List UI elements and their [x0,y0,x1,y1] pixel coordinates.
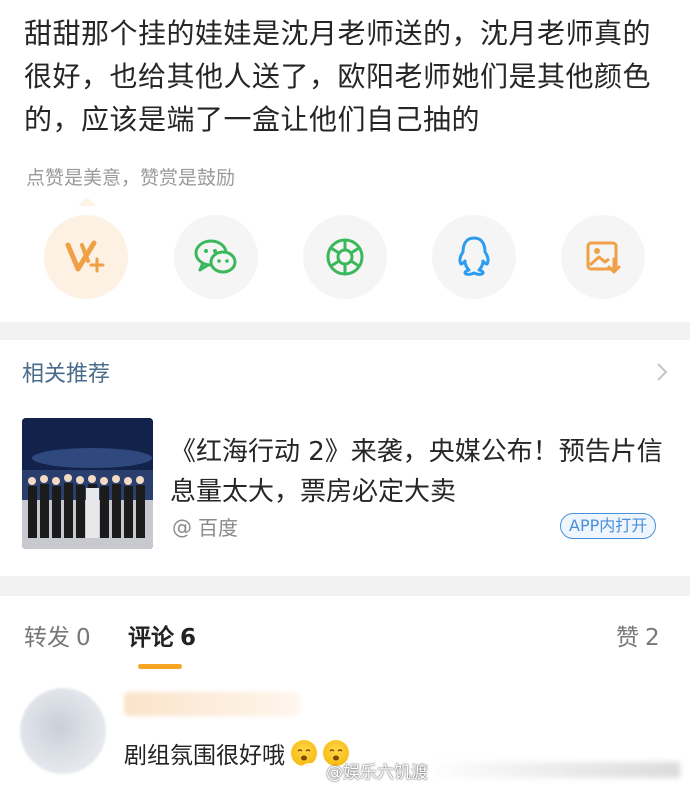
weibo-logo-icon [300,759,322,782]
avatar[interactable] [20,688,106,774]
save-image-button[interactable] [561,215,645,299]
blurred-area [420,762,680,778]
reward-hint: 点赞是美意，赞赏是鼓励 [26,167,236,189]
recommend-headline[interactable]: 《红海行动 2》来袭，央媒公布！预告片信息量太大，票房必定大卖 [170,432,670,512]
chevron-right-icon[interactable] [656,362,668,386]
moments-icon [324,236,366,278]
tab-repost[interactable]: 转发 0 [24,618,91,652]
recommend-title[interactable]: 相关推荐 [22,356,110,388]
save-image-icon [583,237,623,277]
tab-repost-count: 0 [76,625,91,651]
active-tab-indicator [138,664,182,669]
watermark-text: @娱乐六饥渡 [326,763,428,783]
interaction-tabs: 转发 0 评论 6 赞2 [0,618,690,668]
recommend-source: @ 百度 [172,512,238,541]
recommend-card[interactable]: 《红海行动 2》来袭，央媒公布！预告片信息量太大，票房必定大卖 @ 百度 APP… [22,418,672,550]
comment-text: 剧组氛围很好哦 [124,743,285,769]
tab-comment-label: 评论 [128,625,174,651]
qq-icon [455,235,493,279]
blurred-username[interactable] [124,692,300,716]
open-in-app-button[interactable]: APP内打开 [560,513,657,539]
tab-comment-count: 6 [180,625,197,651]
v-plus-button[interactable] [44,215,128,299]
tab-like[interactable]: 赞2 [616,618,660,652]
wechat-icon [193,237,239,277]
qq-share-button[interactable] [432,215,516,299]
section-divider [0,322,690,340]
tab-comment[interactable]: 评论 6 [128,618,196,652]
tab-like-count: 2 [645,625,660,651]
recommend-source-name: 百度 [198,516,238,540]
tab-repost-label: 转发 [24,625,70,651]
share-row [0,215,690,301]
tab-like-label: 赞 [616,625,639,651]
section-divider-2 [0,576,690,596]
v-plus-icon [64,237,108,277]
post-text: 甜甜那个挂的娃娃是沈月老师送的，沈月老师真的很好，也给其他人送了，欧阳老师她们是… [24,17,652,136]
recommend-thumbnail [22,418,153,549]
weibo-watermark: @娱乐六饥渡 [300,758,428,783]
at-icon: @ [172,514,192,539]
wechat-share-button[interactable] [174,215,258,299]
moments-share-button[interactable] [303,215,387,299]
hint-caret [78,197,96,206]
